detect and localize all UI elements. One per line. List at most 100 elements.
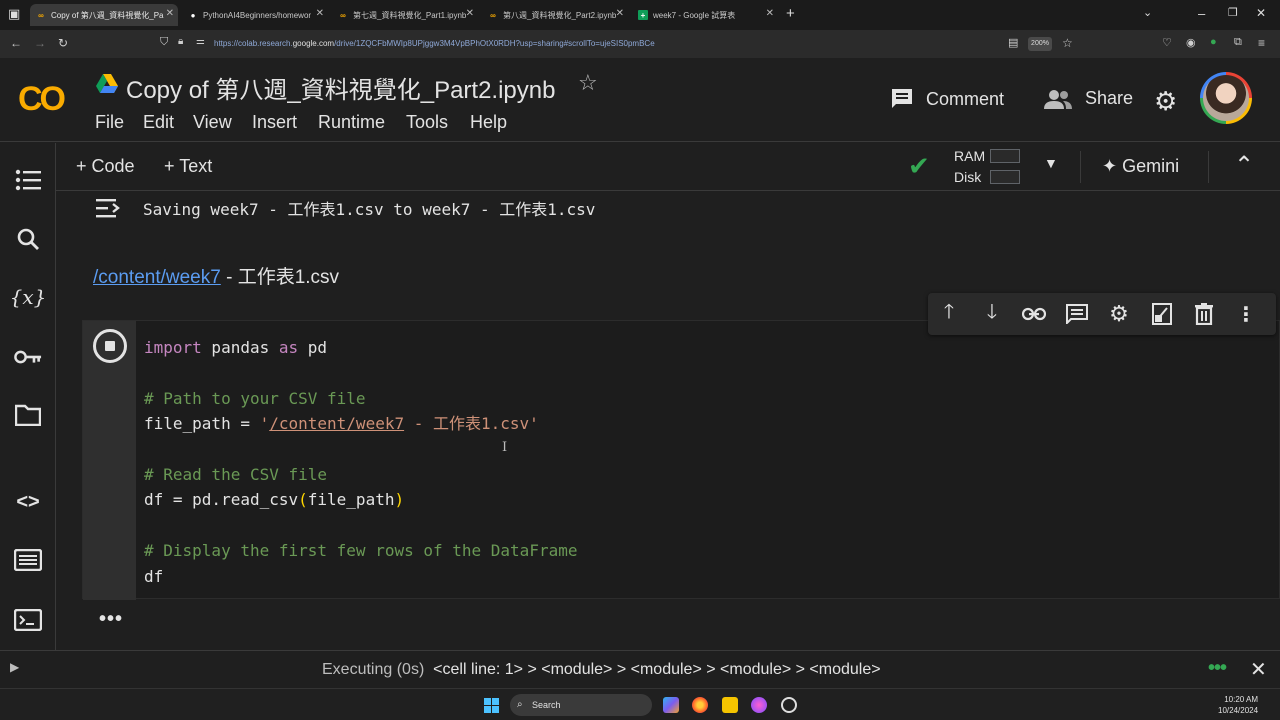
tab-label: 第八週_資料視覺化_Part2.ipynb [503, 10, 617, 20]
code-path-link[interactable]: /content/week7 [269, 414, 404, 433]
add-text-button[interactable]: + Text [164, 156, 212, 177]
menu-view[interactable]: View [193, 112, 232, 133]
windows-start-icon[interactable] [484, 698, 499, 713]
code-snippets-icon[interactable]: <> [14, 488, 42, 516]
close-icon[interactable]: ✕ [766, 8, 774, 19]
expand-arrow-icon[interactable]: ▶ [10, 660, 19, 674]
star-icon[interactable]: ☆ [578, 70, 598, 96]
zoom-level[interactable]: 200% [1028, 37, 1052, 51]
drive-icon[interactable] [96, 74, 118, 94]
gemini-button[interactable]: ✦ Gemini [1102, 156, 1179, 177]
gemini-label: Gemini [1122, 156, 1180, 176]
code-token: pandas [201, 338, 279, 357]
executing-label: Executing (0s) [322, 661, 425, 678]
menu-icon[interactable]: ≡ [1258, 36, 1265, 50]
settings-gear-icon[interactable]: ⚙ [1154, 86, 1177, 117]
variables-icon[interactable]: {𝑥} [10, 283, 47, 311]
menu-file[interactable]: File [95, 112, 124, 133]
disk-meter[interactable] [990, 170, 1020, 184]
menu-insert[interactable]: Insert [252, 112, 297, 133]
grammarly-icon[interactable]: ● [1210, 36, 1217, 48]
file-explorer-icon[interactable] [722, 697, 738, 713]
move-down-icon[interactable]: 🡓 [980, 301, 1004, 326]
reload-icon[interactable]: ↻ [58, 36, 68, 50]
command-palette-icon[interactable] [14, 546, 42, 574]
close-icon[interactable]: ✕ [166, 8, 174, 19]
browser-tab-1[interactable]: ● PythonAI4Beginners/homewor ✕ [182, 4, 328, 26]
browser-tab-0[interactable]: ∞ Copy of 第八週_資料視覺化_Pa ✕ [30, 4, 178, 26]
menu-help[interactable]: Help [470, 112, 507, 133]
restore-icon[interactable]: ❐ [1228, 6, 1238, 19]
code-token: pd [298, 338, 328, 357]
messenger-icon[interactable] [751, 697, 767, 713]
firefox-icon[interactable] [692, 697, 708, 713]
reader-view-icon[interactable]: ▤ [1008, 36, 1018, 49]
more-options-icon[interactable]: ⋮ [1234, 302, 1258, 326]
back-icon[interactable]: ← [10, 36, 22, 50]
file-path-link[interactable]: /content/week7 [93, 267, 221, 288]
browser-tab-3[interactable]: ∞ 第八週_資料視覺化_Part2.ipynb ✕ [482, 4, 628, 26]
code-editor[interactable]: import pandas as pd # Path to your CSV f… [144, 335, 577, 589]
code-line: # Path to your CSV file [144, 388, 366, 408]
app-icon[interactable] [781, 697, 797, 713]
colab-logo[interactable]: CO [18, 80, 66, 119]
menu-runtime[interactable]: Runtime [318, 112, 385, 133]
github-icon: ● [190, 10, 196, 20]
address-bar[interactable]: ⛉ 🔒︎ ⚌ https://colab.research.google.com… [156, 34, 1080, 54]
avatar[interactable] [1200, 72, 1252, 124]
forward-icon[interactable]: → [34, 36, 46, 50]
collapse-header-icon[interactable]: ⌃ [1234, 151, 1254, 180]
comment-button[interactable]: Comment [890, 88, 1004, 110]
add-comment-icon[interactable] [1065, 302, 1089, 326]
stop-execution-button[interactable] [93, 329, 127, 363]
code-cell[interactable]: import pandas as pd # Path to your CSV f… [82, 320, 1280, 600]
close-icon[interactable]: ✕ [616, 8, 624, 19]
delete-icon[interactable] [1192, 302, 1216, 326]
taskbar-search[interactable]: ⌕ Search [510, 694, 652, 716]
extensions-icon[interactable]: ⧉ [1234, 36, 1242, 49]
close-icon[interactable]: ✕ [316, 8, 324, 19]
mirror-cell-icon[interactable] [1150, 302, 1174, 326]
system-clock[interactable]: 10:20 AM 10/24/2024 [1218, 694, 1258, 716]
share-button[interactable]: Share [1043, 88, 1133, 109]
notebook-title[interactable]: Copy of 第八週_資料視覺化_Part2.ipynb [126, 70, 555, 105]
text-cursor-icon: I [502, 440, 508, 455]
output-menu-icon[interactable] [95, 196, 125, 220]
move-up-icon[interactable]: 🡑 [937, 301, 961, 326]
close-icon[interactable]: ✕ [466, 8, 474, 19]
code-token: as [278, 338, 299, 357]
browser-tab-4[interactable]: + week7 - Google 試算表 ✕ [632, 4, 778, 26]
menu-tools[interactable]: Tools [406, 112, 448, 133]
cell-settings-icon[interactable]: ⚙ [1107, 301, 1131, 326]
link-icon[interactable] [1022, 302, 1046, 326]
shield-icon[interactable]: ⛉ [160, 36, 168, 49]
code-token: file_path [307, 490, 395, 510]
close-status-icon[interactable]: ✕ [1250, 657, 1267, 682]
browser-tab-2[interactable]: ∞ 第七週_資料視覺化_Part1.ipynb ✕ [332, 4, 478, 26]
bookmark-star-icon[interactable]: ☆ [1062, 36, 1073, 50]
add-code-button[interactable]: + Code [76, 156, 135, 177]
terminal-icon[interactable] [14, 606, 42, 634]
tab-overview-icon[interactable]: ▣ [8, 6, 20, 22]
tab-search-icon[interactable]: ⌄ [1143, 6, 1152, 19]
more-cells-icon[interactable]: ••• [99, 608, 123, 631]
runtime-dropdown-icon[interactable]: ▼ [1044, 155, 1058, 171]
execution-status[interactable]: Executing (0s) <cell line: 1> > <module>… [322, 661, 881, 679]
search-icon[interactable] [14, 225, 42, 253]
status-bar: ▶ Executing (0s) <cell line: 1> > <modul… [0, 650, 1280, 688]
ram-meter[interactable] [990, 149, 1020, 163]
pocket-icon[interactable]: ♡ [1162, 36, 1172, 49]
new-tab-icon[interactable]: + [786, 5, 795, 22]
table-of-contents-icon[interactable] [14, 166, 42, 194]
files-folder-icon[interactable] [14, 401, 42, 429]
lock-icon[interactable]: 🔒︎ [178, 36, 183, 47]
extension-icon[interactable]: ◉ [1186, 36, 1196, 49]
page-info-icon[interactable]: ⚌ [196, 36, 205, 47]
menu-edit[interactable]: Edit [143, 112, 174, 133]
copilot-icon[interactable] [663, 697, 679, 713]
secrets-key-icon[interactable] [14, 343, 42, 371]
avatar-photo [1203, 75, 1249, 121]
window-close-icon[interactable]: ✕ [1256, 6, 1266, 20]
minimize-icon[interactable]: – [1198, 6, 1205, 21]
